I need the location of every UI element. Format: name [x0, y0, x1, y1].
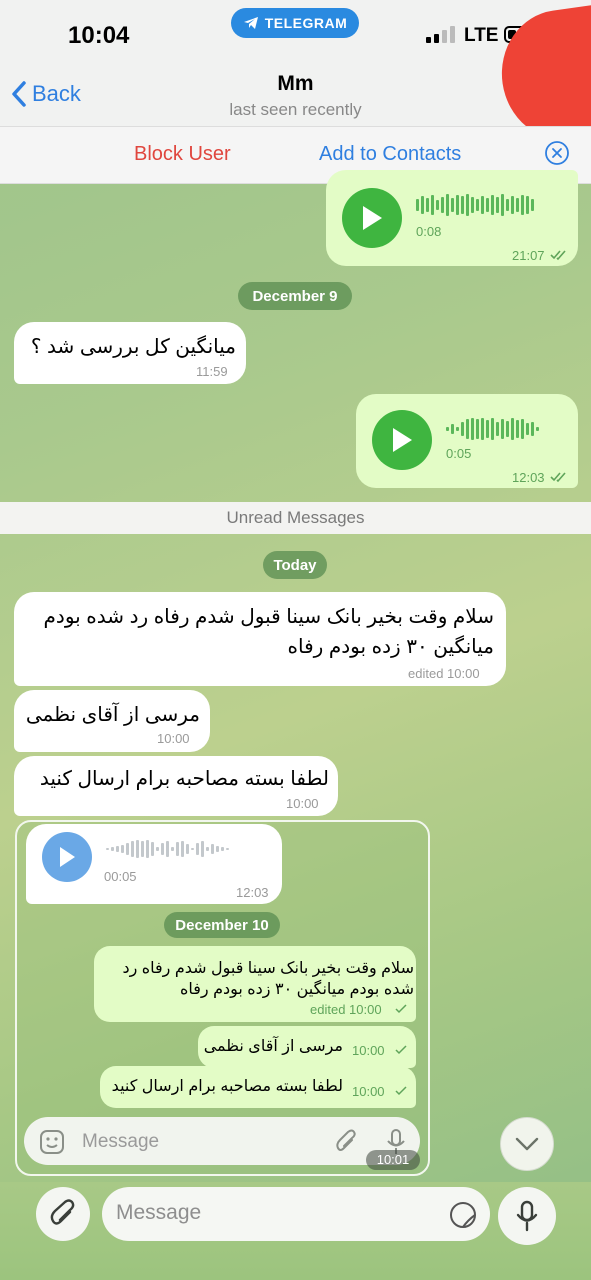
- screenshot-input-placeholder: Message: [82, 1131, 160, 1152]
- voice-waveform[interactable]: [106, 840, 229, 858]
- unread-messages-separator: Unread Messages: [0, 502, 591, 534]
- paperclip-icon: [50, 1199, 75, 1225]
- close-icon[interactable]: [545, 141, 569, 165]
- telegram-badge[interactable]: TELEGRAM: [231, 8, 359, 38]
- message-time: 21:07: [512, 248, 545, 263]
- voice-duration: 0:08: [416, 224, 442, 239]
- add-to-contacts-button[interactable]: Add to Contacts: [319, 143, 461, 166]
- screenshot-time-overlay: 10:01: [366, 1150, 420, 1170]
- double-check-icon: [550, 472, 566, 483]
- date-separator: December 9: [238, 282, 352, 310]
- message-time: 12:03: [236, 885, 269, 900]
- microphone-icon: [516, 1200, 538, 1232]
- double-check-icon: [550, 250, 566, 261]
- chat-subtitle: last seen recently: [229, 100, 362, 119]
- check-icon: [395, 1004, 407, 1014]
- message-text: لطفا بسته مصاحبه برام ارسال کنید: [111, 1078, 343, 1095]
- sticker-icon: [40, 1130, 64, 1154]
- message-text-line: شده بودم میانگین ۳۰ زده بودم رفاه: [180, 981, 414, 998]
- attach-button[interactable]: [36, 1187, 90, 1241]
- message-text: مرسی از آقای نظمی: [203, 1038, 343, 1055]
- voice-duration: 00:05: [104, 869, 137, 884]
- date-separator-today: Today: [263, 551, 327, 579]
- network-label: LTE: [464, 25, 499, 46]
- sticker-icon[interactable]: [448, 1200, 478, 1230]
- voice-waveform[interactable]: [446, 418, 539, 440]
- message-input-placeholder: Message: [116, 1201, 202, 1224]
- voice-duration: 0:05: [446, 446, 472, 461]
- play-icon: [363, 206, 382, 230]
- status-time: 10:04: [68, 22, 130, 49]
- signal-icon: [426, 26, 455, 43]
- message-text-line: میانگین ۳۰ زده بودم رفاه: [287, 636, 494, 658]
- scroll-to-bottom-button[interactable]: [500, 1117, 554, 1171]
- message-text: میانگین کل بررسی شد ؟: [30, 336, 236, 358]
- message-time: edited 10:00: [310, 1002, 382, 1017]
- message-text: لطفا بسته مصاحبه برام ارسال کنید: [39, 768, 329, 790]
- message-time: 10:00: [352, 1084, 385, 1099]
- message-text: مرسی از آقای نظمی: [25, 704, 200, 726]
- play-icon: [393, 428, 412, 452]
- play-button[interactable]: [372, 410, 432, 470]
- telegram-badge-label: TELEGRAM: [264, 15, 348, 31]
- block-user-button[interactable]: Block User: [134, 143, 231, 166]
- voice-waveform[interactable]: [416, 194, 534, 216]
- play-button[interactable]: [342, 188, 402, 248]
- message-text-line: سلام وقت بخیر بانک سینا قبول شدم رفاه رد…: [43, 606, 494, 628]
- check-icon: [395, 1086, 407, 1096]
- paperclip-icon: [336, 1129, 356, 1151]
- message-time: 10:00: [157, 731, 190, 746]
- message-time: edited 10:00: [408, 666, 480, 681]
- chevron-down-icon: [515, 1137, 539, 1151]
- message-time: 10:00: [286, 796, 319, 811]
- telegram-plane-icon: [243, 17, 258, 29]
- message-text-line: سلام وقت بخیر بانک سینا قبول شدم رفاه رد: [122, 960, 414, 977]
- message-time: 11:59: [196, 364, 228, 379]
- message-time: 10:00: [352, 1043, 385, 1058]
- date-separator: December 10: [164, 912, 280, 938]
- check-icon: [395, 1045, 407, 1055]
- message-time: 12:03: [512, 470, 545, 485]
- play-icon: [60, 847, 75, 867]
- play-button[interactable]: [42, 832, 92, 882]
- voice-record-button[interactable]: [498, 1187, 556, 1245]
